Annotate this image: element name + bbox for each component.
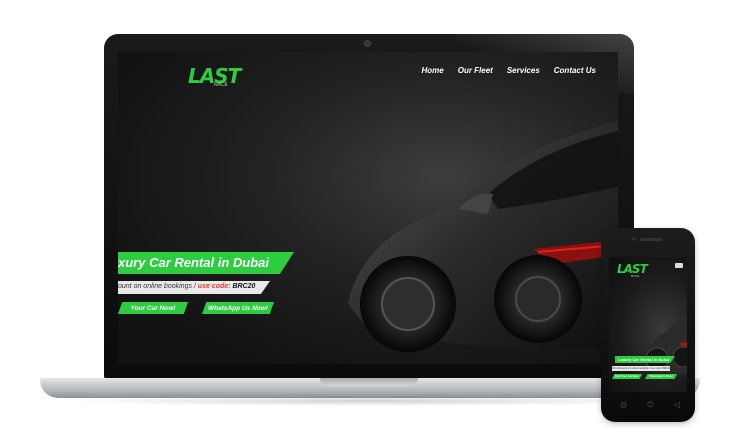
- phone-back-icon[interactable]: ◁: [674, 400, 680, 410]
- phone-screen: LAST RACE Luxury Car Rental in Dubai 10%…: [609, 257, 687, 392]
- nav-services[interactable]: Services: [507, 66, 540, 75]
- promo-prefix: ount on online bookings /: [118, 283, 198, 290]
- phone-search-icon[interactable]: ◎: [620, 400, 627, 410]
- hero-car-image: [348, 121, 618, 352]
- laptop-screen: LAST RACE Home Our Fleet Services Contac…: [118, 52, 618, 364]
- laptop-base-notch: [320, 378, 418, 386]
- hero-title: xury Car Rental in Dubai: [118, 255, 269, 270]
- whatsapp-button[interactable]: WhatsApp Us Now!: [202, 302, 274, 314]
- promo-code-label: use code:: [197, 283, 231, 290]
- phone-whatsapp-button[interactable]: WhatsApp Us Now!: [645, 374, 677, 379]
- rent-car-button[interactable]: Your Car Now!: [118, 302, 188, 314]
- phone-speaker: [640, 238, 662, 241]
- laptop-shadow: [60, 396, 680, 406]
- phone-power-icon[interactable]: ⏻: [647, 400, 653, 410]
- phone-rent-car-button[interactable]: Rent Your Car Now!: [612, 374, 642, 379]
- nav-home[interactable]: Home: [421, 66, 443, 75]
- phone-hardware-buttons: ◎ ⏻ ◁: [620, 400, 680, 410]
- phone-hero-title: Luxury Car Rental in Dubai: [618, 357, 670, 362]
- nav-contact-us[interactable]: Contact Us: [554, 66, 596, 75]
- phone-promo-text: 10% discount on online bookings / use co…: [612, 366, 670, 371]
- main-nav: Home Our Fleet Services Contact Us: [421, 66, 596, 75]
- promo-code: BRC20: [232, 283, 256, 290]
- phone-hero-car-image: [645, 314, 687, 374]
- phone-site-logo-sub: RACE: [631, 274, 640, 278]
- nav-our-fleet[interactable]: Our Fleet: [458, 66, 493, 75]
- phone-menu-icon[interactable]: [675, 263, 683, 268]
- phone-camera: [632, 237, 636, 241]
- site-logo-sub: RACE: [214, 82, 228, 88]
- laptop-camera: [364, 40, 371, 47]
- promo-text: ount on online bookings / use code: BRC2…: [118, 283, 255, 290]
